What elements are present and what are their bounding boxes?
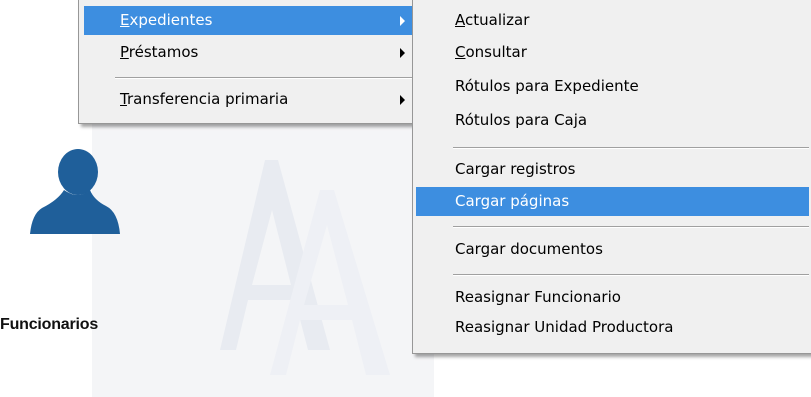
submenu-arrow-icon bbox=[400, 95, 405, 105]
menu-item-prestamos[interactable]: Préstamos bbox=[84, 38, 415, 67]
aa-logo-watermark bbox=[160, 120, 420, 380]
menu-separator bbox=[453, 226, 809, 228]
menu-item-label: Cargar documentos bbox=[455, 240, 603, 258]
menu-separator bbox=[115, 77, 415, 79]
menu-item-label: Reasignar Unidad Productora bbox=[455, 318, 674, 336]
accelerator-key: A bbox=[455, 11, 465, 29]
menu-item-transferencia-primaria[interactable]: Transferencia primaria bbox=[84, 85, 415, 114]
menu-item-label: onsultar bbox=[465, 43, 527, 61]
menu-item-label: ransferencia primaria bbox=[126, 90, 289, 108]
submenu-item-reasignar-funcionario[interactable]: Reasignar Funcionario bbox=[416, 283, 809, 312]
submenu-item-rotulos-expediente[interactable]: Rótulos para Expediente bbox=[416, 72, 809, 101]
menu-item-label: Cargar registros bbox=[455, 160, 576, 178]
menu-item-label: Cargar páginas bbox=[455, 192, 570, 210]
submenu-arrow-icon bbox=[400, 48, 405, 58]
expedientes-submenu: Actualizar Consultar Rótulos para Expedi… bbox=[412, 0, 811, 354]
menu-item-label: Reasignar Funcionario bbox=[455, 288, 621, 306]
submenu-item-cargar-registros[interactable]: Cargar registros bbox=[416, 155, 809, 184]
accelerator-key: P bbox=[120, 43, 129, 61]
main-context-menu: Expedientes Préstamos Transferencia prim… bbox=[78, 0, 421, 124]
accelerator-key: C bbox=[455, 43, 466, 61]
menu-item-label: xpedientes bbox=[129, 11, 213, 29]
menu-separator bbox=[453, 274, 809, 276]
submenu-item-rotulos-caja[interactable]: Rótulos para Caja bbox=[416, 106, 809, 135]
submenu-item-consultar[interactable]: Consultar bbox=[416, 38, 809, 67]
desktop-area: Funcionarios Expedientes Préstamos Trans… bbox=[0, 0, 811, 397]
submenu-item-reasignar-unidad-productora[interactable]: Reasignar Unidad Productora bbox=[416, 313, 809, 342]
menu-item-label: Rótulos para Expediente bbox=[455, 77, 639, 95]
menu-item-label: Rótulos para Caja bbox=[455, 111, 588, 129]
menu-item-label: réstamos bbox=[128, 43, 199, 61]
submenu-arrow-icon bbox=[400, 16, 405, 26]
menu-item-label: ctualizar bbox=[465, 11, 530, 29]
user-silhouette-icon[interactable] bbox=[28, 148, 122, 234]
menu-item-expedientes[interactable]: Expedientes bbox=[84, 6, 415, 35]
user-caption[interactable]: Funcionarios bbox=[0, 316, 98, 334]
submenu-item-actualizar[interactable]: Actualizar bbox=[416, 6, 809, 35]
menu-separator bbox=[453, 147, 809, 149]
submenu-item-cargar-documentos[interactable]: Cargar documentos bbox=[416, 235, 809, 264]
accelerator-key: T bbox=[120, 90, 127, 108]
submenu-item-cargar-paginas[interactable]: Cargar páginas bbox=[416, 187, 809, 216]
